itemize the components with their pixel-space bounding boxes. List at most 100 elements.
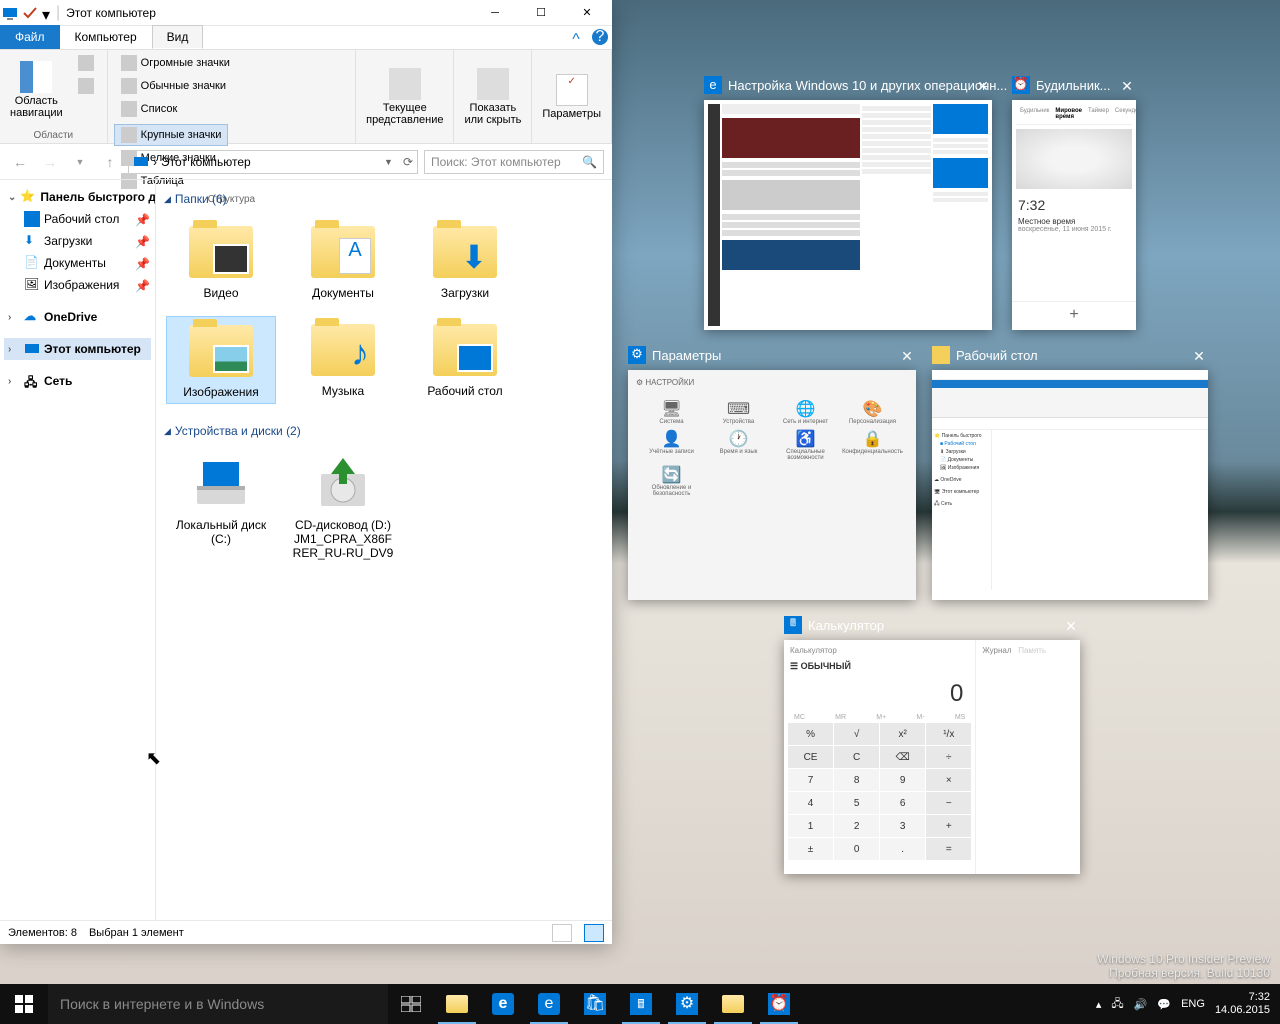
preview-pane-button[interactable]: [71, 52, 101, 74]
close-icon[interactable]: ✕: [898, 348, 916, 366]
folder-downloads[interactable]: ⬇Загрузки: [410, 218, 520, 304]
help-icon[interactable]: ?: [592, 29, 608, 45]
nav-pictures[interactable]: 🖼Изображения📌: [4, 274, 151, 296]
qat-icon[interactable]: [22, 5, 38, 21]
layout-large[interactable]: Крупные значки: [114, 124, 229, 146]
layout-normal[interactable]: Обычные значки: [114, 75, 237, 97]
nav-network[interactable]: ›🖧Сеть: [4, 370, 151, 392]
dropdown-icon[interactable]: ▼: [384, 157, 393, 167]
nav-downloads[interactable]: ⬇Загрузки📌: [4, 230, 151, 252]
title-bar[interactable]: ▾ | Этот компьютер ─ ☐ ✕: [0, 0, 612, 26]
nav-documents[interactable]: 📄Документы📌: [4, 252, 151, 274]
calc-key: ÷: [926, 746, 971, 768]
close-icon[interactable]: ✕: [974, 78, 992, 96]
close-icon[interactable]: ✕: [1190, 348, 1208, 366]
folder-music[interactable]: ♪Музыка: [288, 316, 398, 404]
qat-dropdown-icon[interactable]: ▾: [42, 5, 50, 21]
clock-icon: ⏰: [768, 993, 790, 1015]
taskbar-alarms[interactable]: ⏰: [756, 984, 802, 1024]
calc-key: .: [880, 838, 925, 860]
current-view-button[interactable]: Текущее представление: [362, 52, 447, 141]
close-icon[interactable]: ✕: [1062, 618, 1080, 636]
folder-documents[interactable]: AДокументы: [288, 218, 398, 304]
up-button[interactable]: ↑: [98, 150, 122, 174]
nav-quick-access[interactable]: ⌄⭐Панель быстрого дс: [4, 186, 151, 208]
folder-icon: [189, 325, 253, 377]
section-folders[interactable]: ◢Папки (6): [162, 188, 606, 210]
network-icon[interactable]: 🖧: [1111, 995, 1123, 1014]
folder-icon: A: [311, 226, 375, 278]
nav-onedrive[interactable]: ›☁OneDrive: [4, 306, 151, 328]
folder-desktop[interactable]: Рабочий стол: [410, 316, 520, 404]
section-drives[interactable]: ◢Устройства и диски (2): [162, 420, 606, 442]
search-input[interactable]: Поиск: Этот компьютер 🔍: [424, 150, 604, 174]
calc-key: −: [926, 792, 971, 814]
layout-list[interactable]: Список: [114, 98, 237, 120]
language-indicator[interactable]: ENG: [1181, 998, 1205, 1010]
taskview-alarms[interactable]: ⏰Будильник... ✕ БудильникМировое времяТа…: [1012, 100, 1136, 330]
calc-key: 9: [880, 769, 925, 791]
tab-computer[interactable]: Компьютер: [60, 25, 152, 49]
start-button[interactable]: [0, 984, 48, 1024]
refresh-icon[interactable]: ⟳: [397, 155, 413, 169]
folder-video[interactable]: Видео: [166, 218, 276, 304]
tray-more-icon[interactable]: ▴: [1096, 998, 1102, 1011]
nav-desktop[interactable]: Рабочий стол📌: [4, 208, 151, 230]
dvd-icon: [307, 454, 379, 514]
nav-pane-button[interactable]: Область навигации: [6, 52, 67, 128]
calc-key: 8: [834, 769, 879, 791]
taskview-desktop-explorer[interactable]: Рабочий стол ✕ ⭐ Панель быстрого■ Рабочи…: [932, 370, 1208, 600]
nav-thispc[interactable]: ›Этот компьютер: [4, 338, 151, 360]
taskbar-edge2[interactable]: e: [526, 984, 572, 1024]
view-details-button[interactable]: [552, 924, 572, 942]
address-bar: ← → ▼ ↑ › Этот компьютер ▼ ⟳ Поиск: Этот…: [0, 144, 612, 180]
taskbar-explorer2[interactable]: [710, 984, 756, 1024]
taskview-browser[interactable]: eНастройка Windows 10 и других операцион…: [704, 100, 992, 330]
taskview-button[interactable]: [388, 984, 434, 1024]
star-icon: ⭐: [20, 189, 36, 205]
minimize-button[interactable]: ─: [472, 0, 518, 26]
pictures-icon: 🖼: [24, 277, 40, 293]
taskview-settings[interactable]: ⚙Параметры ✕ ⚙ НАСТРОЙКИ 🖥Система ⌨Устро…: [628, 370, 916, 600]
ribbon-body: Область навигации Области Огромные значк…: [0, 50, 612, 144]
pin-icon: 📌: [135, 257, 147, 269]
network-icon: 🖧: [24, 373, 40, 389]
recent-button[interactable]: ▼: [68, 150, 92, 174]
drive-d[interactable]: CD-дисковод (D:) JM1_CPRA_X86FRER_RU-RU_…: [288, 450, 398, 564]
details-pane-button[interactable]: [71, 75, 101, 97]
maximize-button[interactable]: ☐: [518, 0, 564, 26]
edge-icon: e: [492, 993, 514, 1015]
calculator-icon: 🖩: [784, 616, 802, 634]
taskbar-settings[interactable]: ⚙: [664, 984, 710, 1024]
tab-file[interactable]: Файл: [0, 25, 60, 49]
taskbar-store[interactable]: 🛍: [572, 984, 618, 1024]
close-button[interactable]: ✕: [564, 0, 610, 26]
view-icons-button[interactable]: [584, 924, 604, 942]
tab-view[interactable]: Вид: [152, 25, 204, 49]
folder-icon: [722, 995, 744, 1013]
taskbar-explorer[interactable]: [434, 984, 480, 1024]
notifications-icon[interactable]: 💬: [1157, 998, 1171, 1011]
ribbon-collapse-icon[interactable]: ^: [564, 31, 588, 49]
forward-button[interactable]: →: [38, 150, 62, 174]
calc-key: =: [926, 838, 971, 860]
folder-pictures[interactable]: Изображения: [166, 316, 276, 404]
volume-icon[interactable]: 🔊: [1134, 998, 1148, 1011]
taskbar-calc[interactable]: 🖩: [618, 984, 664, 1024]
layout-huge[interactable]: Огромные значки: [114, 52, 237, 74]
taskbar-search[interactable]: Поиск в интернете и в Windows: [48, 984, 388, 1024]
calc-key: x²: [880, 723, 925, 745]
show-hide-button[interactable]: Показать или скрыть: [460, 52, 525, 141]
thispc-icon: [133, 154, 149, 170]
close-icon[interactable]: ✕: [1118, 78, 1136, 96]
taskview-calculator[interactable]: 🖩Калькулятор ✕ Калькулятор ☰ ОБЫЧНЫЙ 0 M…: [784, 640, 1080, 874]
taskbar-edge[interactable]: e: [480, 984, 526, 1024]
back-button[interactable]: ←: [8, 150, 32, 174]
calc-key: 1: [788, 815, 833, 837]
drive-c[interactable]: Локальный диск (C:): [166, 450, 276, 564]
address-input[interactable]: › Этот компьютер ▼ ⟳: [128, 150, 418, 174]
tray-clock[interactable]: 7:32 14.06.2015: [1215, 991, 1270, 1017]
status-bar: Элементов: 8 Выбран 1 элемент: [0, 920, 612, 944]
options-button[interactable]: ✓Параметры: [538, 52, 605, 141]
pin-icon: 📌: [135, 235, 147, 247]
